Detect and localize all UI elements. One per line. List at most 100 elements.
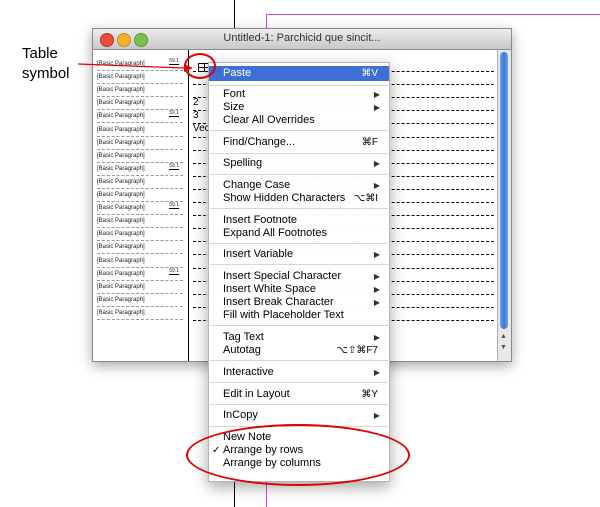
menu-item-insert-break-character[interactable]: Insert Break Character ▶	[209, 296, 389, 309]
style-row: [Basic Paragraph]	[97, 176, 183, 189]
menu-separator	[210, 404, 388, 405]
menu-separator	[210, 130, 388, 131]
shortcut-label: ⌘F	[361, 137, 378, 148]
submenu-arrow-icon: ▶	[373, 181, 380, 190]
style-row: [Basic Paragraph]	[97, 294, 183, 307]
callout-line-2: symbol	[22, 65, 70, 82]
scroll-up-icon[interactable]: ▲	[500, 333, 507, 340]
depth-ruler-value: 59.1	[169, 162, 179, 170]
menu-item-interactive[interactable]: Interactive ▶	[209, 366, 389, 379]
menu-item-insert-special-character[interactable]: Insert Special Character ▶	[209, 270, 389, 283]
paragraph-style-label: [Basic Paragraph]	[97, 139, 145, 146]
depth-ruler-value: 59.1	[169, 110, 179, 118]
menu-item-autotag[interactable]: Autotag ⌥⇧⌘F7	[209, 344, 389, 357]
menu-item-find-change[interactable]: Find/Change... ⌘F	[209, 136, 389, 149]
style-row: [Basic Paragraph] 59.1	[97, 163, 183, 176]
style-row: [Basic Paragraph]	[97, 137, 183, 150]
menu-item-fill-placeholder[interactable]: Fill with Placeholder Text	[209, 309, 389, 322]
shortcut-label: ⌘V	[361, 68, 378, 79]
menu-item-insert-white-space[interactable]: Insert White Space ▶	[209, 283, 389, 296]
table-symbol-highlight	[184, 53, 216, 79]
paragraph-style-label: [Basic Paragraph]	[97, 231, 145, 238]
scrollbar-thumb[interactable]	[500, 52, 508, 329]
window-title: Untitled-1: Parchicid que sincit...	[223, 32, 381, 44]
arrange-options-highlight	[186, 424, 410, 486]
vertical-scrollbar[interactable]: ▲ ▼	[497, 50, 511, 361]
style-row: [Basic Paragraph] 59.1	[97, 110, 183, 124]
paragraph-style-label: [Basic Paragraph]	[97, 74, 145, 81]
menu-separator	[210, 243, 388, 244]
paragraph-style-label: [Basic Paragraph]	[97, 87, 145, 94]
submenu-arrow-icon: ▶	[373, 103, 380, 112]
style-row: [Basic Paragraph]	[97, 281, 183, 294]
submenu-arrow-icon: ▶	[373, 272, 380, 281]
menu-item-tag-text[interactable]: Tag Text ▶	[209, 331, 389, 344]
submenu-arrow-icon: ▶	[373, 285, 380, 294]
menu-separator	[210, 153, 388, 154]
menu-item-insert-variable[interactable]: Insert Variable ▶	[209, 248, 389, 261]
menu-separator	[210, 85, 388, 86]
style-row: [Basic Paragraph]	[97, 228, 183, 242]
style-row: [Basic Paragraph]	[97, 255, 183, 268]
style-row: [Basic Paragraph]	[97, 150, 183, 163]
context-menu: Paste ⌘V Font ▶ Size ▶ Clear All Overrid…	[208, 62, 390, 482]
shortcut-label: ⌥⇧⌘F7	[336, 345, 378, 356]
depth-ruler-value: 59.1	[169, 202, 179, 210]
paragraph-style-label: [Basic Paragraph]	[97, 113, 145, 120]
paragraph-style-label: [Basic Paragraph]	[97, 257, 145, 264]
style-row: [Basic Paragraph]	[97, 241, 183, 255]
menu-item-incopy[interactable]: InCopy ▶	[209, 409, 389, 422]
submenu-arrow-icon: ▶	[373, 90, 380, 99]
style-row: [Basic Paragraph] 59.1	[97, 268, 183, 281]
menu-item-edit-in-layout[interactable]: Edit in Layout ⌘Y	[209, 388, 389, 401]
menu-separator	[210, 360, 388, 361]
submenu-arrow-icon: ▶	[373, 159, 380, 168]
depth-ruler-value: 59.1	[169, 267, 179, 275]
menu-separator	[210, 382, 388, 383]
style-row: [Basic Paragraph]	[97, 124, 183, 137]
menu-separator	[210, 264, 388, 265]
paragraph-style-label: [Basic Paragraph]	[97, 244, 145, 251]
style-row: [Basic Paragraph]	[97, 97, 183, 111]
paragraph-style-label: [Basic Paragraph]	[97, 283, 145, 290]
window-titlebar[interactable]: Untitled-1: Parchicid que sincit...	[93, 29, 511, 50]
style-row: [Basic Paragraph]	[97, 307, 183, 320]
style-row: [Basic Paragraph]	[97, 84, 183, 98]
paragraph-style-label: [Basic Paragraph]	[97, 205, 145, 212]
submenu-arrow-icon: ▶	[373, 250, 380, 259]
scroll-down-icon[interactable]: ▼	[500, 344, 507, 351]
paragraph-style-label: [Basic Paragraph]	[97, 218, 145, 225]
page-margin-top	[266, 14, 600, 15]
style-row: [Basic Paragraph]	[97, 189, 183, 202]
menu-item-font[interactable]: Font ▶	[209, 88, 389, 101]
paragraph-style-label: [Basic Paragraph]	[97, 270, 145, 277]
paragraph-style-label: [Basic Paragraph]	[97, 296, 145, 303]
submenu-arrow-icon: ▶	[373, 333, 380, 342]
menu-item-change-case[interactable]: Change Case ▶	[209, 179, 389, 192]
submenu-arrow-icon: ▶	[373, 298, 380, 307]
paragraph-style-column: [Basic Paragraph] 59.1 [Basic Paragraph] [B…	[93, 50, 184, 361]
paragraph-style-label: [Basic Paragraph]	[97, 178, 145, 185]
menu-separator	[210, 325, 388, 326]
paragraph-style-label: [Basic Paragraph]	[97, 100, 145, 107]
menu-item-expand-footnotes[interactable]: Expand All Footnotes	[209, 227, 389, 240]
callout-arrow-icon	[77, 63, 193, 72]
menu-item-size[interactable]: Size ▶	[209, 101, 389, 114]
submenu-arrow-icon: ▶	[373, 411, 380, 420]
shortcut-label: ⌥⌘I	[353, 193, 378, 204]
menu-item-spelling[interactable]: Spelling ▶	[209, 157, 389, 170]
menu-item-show-hidden[interactable]: Show Hidden Characters ⌥⌘I	[209, 192, 389, 205]
menu-item-insert-footnote[interactable]: Insert Footnote	[209, 214, 389, 227]
style-row: [Basic Paragraph]	[97, 215, 183, 229]
menu-item-paste[interactable]: Paste ⌘V	[209, 66, 389, 81]
column-divider[interactable]	[188, 50, 189, 361]
style-row: [Basic Paragraph] 59.1	[97, 202, 183, 216]
paragraph-style-label: [Basic Paragraph]	[97, 152, 145, 159]
menu-item-clear-overrides[interactable]: Clear All Overrides	[209, 114, 389, 127]
paragraph-style-label: [Basic Paragraph]	[97, 309, 145, 316]
paragraph-style-label: [Basic Paragraph]	[97, 126, 145, 133]
table-symbol-callout: Table symbol	[22, 44, 70, 84]
paragraph-style-label: [Basic Paragraph]	[97, 192, 145, 198]
row-separator	[97, 318, 183, 320]
callout-line-1: Table	[22, 45, 58, 62]
